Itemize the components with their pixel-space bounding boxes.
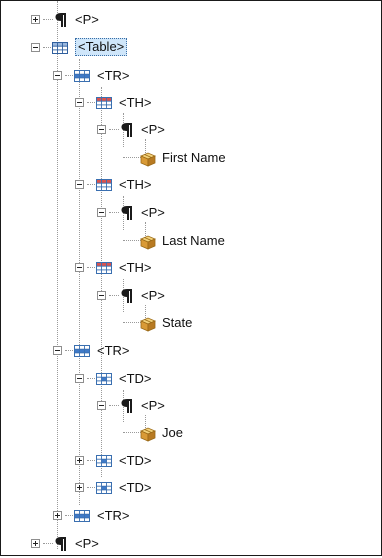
text-content-icon [139,424,157,442]
structure-tree-panel: <P> <Table> <TR> <TH> <P> First Name <TH> <P> … [0,0,382,556]
tree-node-tr[interactable]: <TR> [53,505,382,529]
tree-guide-line [79,59,80,505]
tree-node-label: First Name [162,150,226,165]
tree-node-label: <TH> [119,95,152,110]
table-cell-icon [95,452,113,470]
tree-node-label: Last Name [162,233,225,248]
text-content-icon [139,314,157,332]
tree-node-label: <P> [141,122,165,137]
paragraph-icon [117,287,135,305]
expand-toggle-icon[interactable] [31,539,40,548]
tree-node-th[interactable]: <TH> [75,174,382,198]
tag-tree: <P> <Table> <TR> <TH> <P> First Name <TH> <P> … [1,1,382,557]
tree-node-label: <TR> [97,68,130,83]
table-header-cell-icon [95,176,113,194]
table-row-icon [73,507,91,525]
paragraph-icon [51,535,69,553]
tree-node-label: <P> [75,536,99,551]
expand-toggle-icon[interactable] [53,511,62,520]
paragraph-icon [117,121,135,139]
text-content-icon [139,149,157,167]
tree-node-p[interactable]: <P> [31,9,382,33]
table-cell-icon [95,479,113,497]
table-header-cell-icon [95,94,113,112]
tree-node-label: <TR> [97,508,130,523]
tree-node-th[interactable]: <TH> [75,257,382,281]
collapse-toggle-icon[interactable] [53,71,62,80]
table-icon [51,39,69,57]
expand-toggle-icon[interactable] [75,456,84,465]
paragraph-icon [51,11,69,29]
tree-node-label: <P> [75,12,99,27]
tree-node-label: <TR> [97,343,130,358]
tree-node-label: <TD> [119,371,152,386]
expand-toggle-icon[interactable] [31,15,40,24]
collapse-toggle-icon[interactable] [75,98,84,107]
collapse-toggle-icon[interactable] [97,125,106,134]
tree-node-p[interactable]: <P> [97,285,382,309]
table-row-icon [73,67,91,85]
tree-node-p[interactable]: <P> [97,395,382,419]
tree-node-content[interactable]: First Name [119,147,382,171]
tree-node-label: <P> [141,205,165,220]
tree-node-th[interactable]: <TH> [75,92,382,116]
tree-node-table[interactable]: <Table> [31,37,382,61]
tree-node-label: Joe [162,425,183,440]
table-header-cell-icon [95,259,113,277]
tree-node-tr[interactable]: <TR> [53,65,382,89]
tree-node-tr[interactable]: <TR> [53,340,382,364]
tree-node-td[interactable]: <TD> [75,477,382,501]
collapse-toggle-icon[interactable] [31,43,40,52]
tree-node-content[interactable]: Joe [119,422,382,446]
tree-node-p[interactable]: <P> [97,202,382,226]
tree-node-label: <TH> [119,260,152,275]
tree-node-label: State [162,315,193,330]
tree-node-td[interactable]: <TD> [75,368,382,392]
tree-node-label: <P> [141,288,165,303]
tree-node-label: <TD> [119,453,152,468]
text-content-icon [139,232,157,250]
tree-node-label: <TD> [119,480,152,495]
tree-node-label: <TH> [119,177,152,192]
table-cell-icon [95,370,113,388]
tree-node-content[interactable]: Last Name [119,230,382,254]
collapse-toggle-icon[interactable] [75,180,84,189]
tree-node-p[interactable]: <P> [97,119,382,143]
collapse-toggle-icon[interactable] [75,263,84,272]
tree-node-label: <Table> [75,38,128,56]
tree-node-label: <P> [141,398,165,413]
table-row-icon [73,342,91,360]
tree-node-p[interactable]: <P> [31,533,382,557]
tree-node-content[interactable]: State [119,312,382,336]
collapse-toggle-icon[interactable] [97,291,106,300]
tree-node-td[interactable]: <TD> [75,450,382,474]
collapse-toggle-icon[interactable] [97,208,106,217]
collapse-toggle-icon[interactable] [97,401,106,410]
paragraph-icon [117,204,135,222]
expand-toggle-icon[interactable] [75,483,84,492]
collapse-toggle-icon[interactable] [75,374,84,383]
collapse-toggle-icon[interactable] [53,346,62,355]
paragraph-icon [117,397,135,415]
